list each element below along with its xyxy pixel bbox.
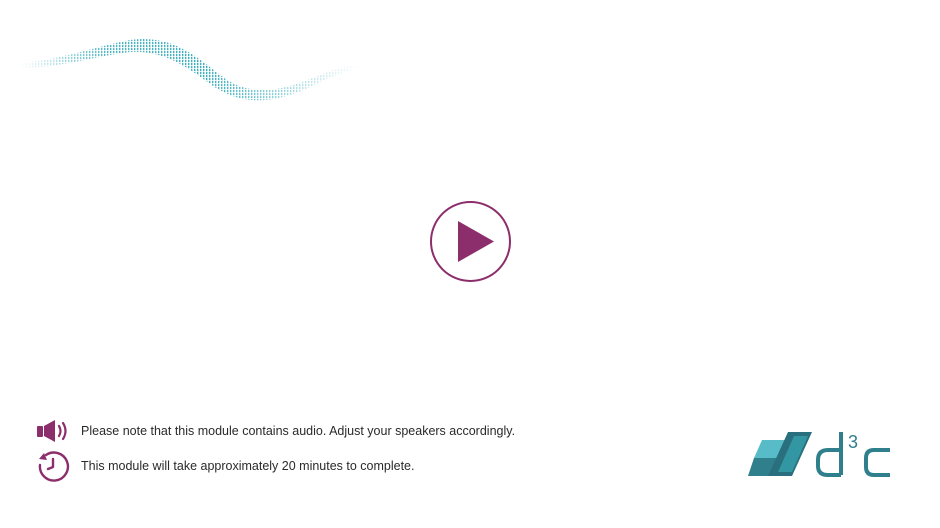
svg-text:3: 3 (848, 432, 858, 452)
play-button[interactable] (429, 200, 512, 283)
timer-icon (36, 449, 70, 483)
audio-notice: Please note that this module contains au… (36, 414, 515, 448)
decorative-wave (20, 38, 360, 101)
play-icon (430, 201, 511, 282)
audio-notice-text: Please note that this module contains au… (81, 424, 516, 438)
speaker-icon (36, 414, 70, 448)
duration-notice-text: This module will take approximately 20 m… (81, 459, 415, 473)
duration-notice: This module will take approximately 20 m… (36, 449, 414, 483)
module-start-screen: Please note that this module contains au… (0, 0, 940, 528)
d3c-logo: 3 (748, 426, 894, 480)
